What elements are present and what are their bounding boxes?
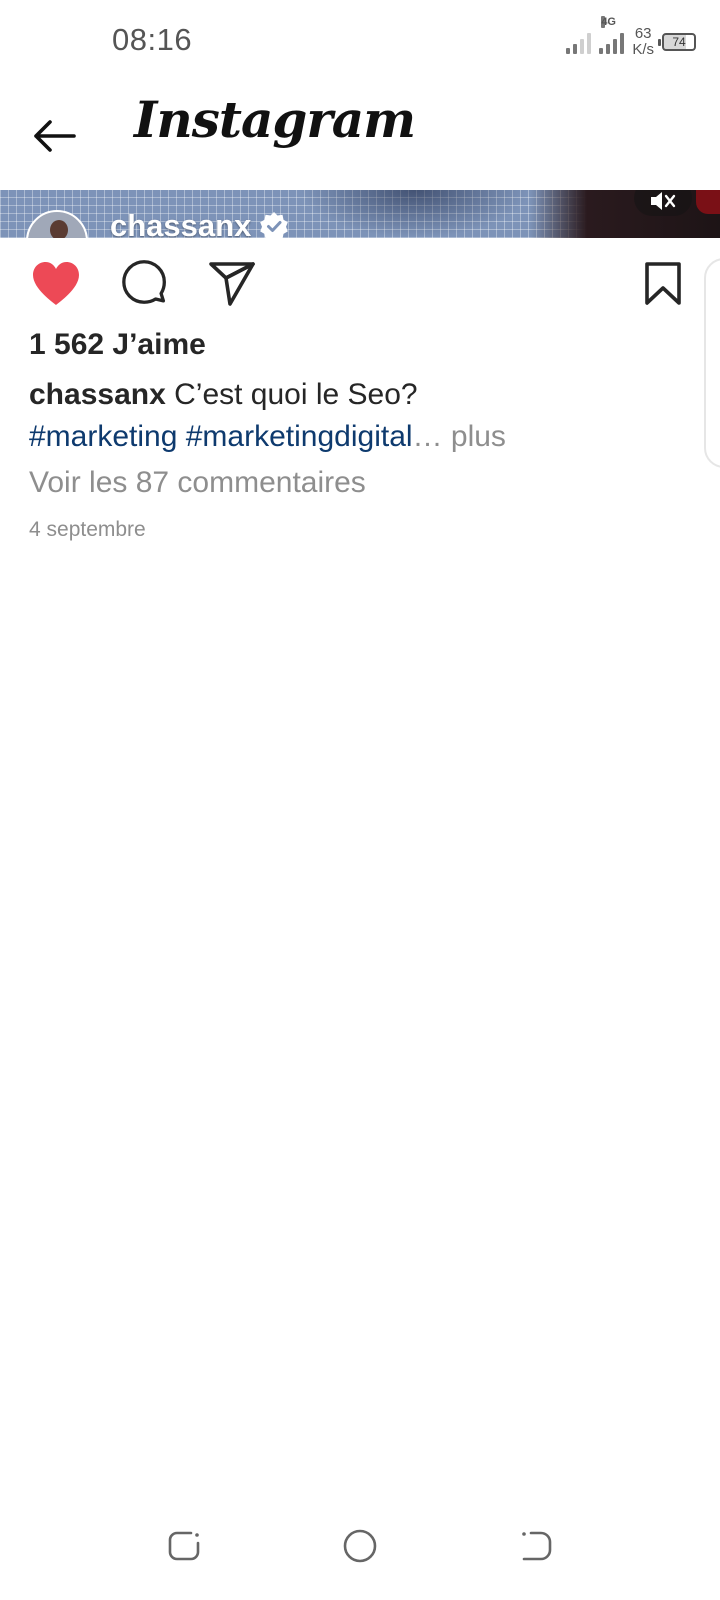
side-panel-handle[interactable] xyxy=(704,258,720,468)
more-link[interactable]: plus xyxy=(451,420,506,453)
back-nav-button[interactable] xyxy=(510,1520,562,1572)
status-indicators: 4G 63 K/s 74 xyxy=(566,16,696,62)
bookmark-icon xyxy=(645,262,681,305)
recent-apps-icon xyxy=(168,1531,200,1561)
video-username-label: chassanx xyxy=(110,208,252,238)
heart-icon xyxy=(33,262,79,305)
video-player[interactable]: chassanx xyxy=(0,190,720,238)
home-icon xyxy=(343,1529,377,1563)
arrow-left-icon xyxy=(34,120,76,152)
share-button[interactable] xyxy=(206,258,258,310)
hashtag-link[interactable]: #marketing xyxy=(29,420,177,453)
network-speed: 63 K/s xyxy=(632,26,654,58)
caption-ellipsis: … xyxy=(412,420,443,453)
share-icon xyxy=(209,262,255,306)
speaker-muted-icon xyxy=(651,192,676,210)
comment-icon xyxy=(122,260,166,304)
back-icon xyxy=(522,1531,552,1561)
network-speed-unit: K/s xyxy=(632,41,654,58)
avatar[interactable] xyxy=(26,210,88,238)
caption-username[interactable]: chassanx xyxy=(29,378,166,411)
back-button[interactable] xyxy=(28,110,80,162)
post-caption: chassanx C’est quoi le Seo? #marketing #… xyxy=(29,374,679,458)
post-actions xyxy=(0,238,720,328)
signal-sim1-icon xyxy=(566,30,592,54)
like-button[interactable] xyxy=(30,258,82,310)
home-button[interactable] xyxy=(334,1520,386,1572)
likes-count[interactable]: 1 562 J’aime xyxy=(29,328,206,362)
app-header: Instagram xyxy=(0,80,720,190)
system-nav-bar xyxy=(0,1500,720,1600)
view-comments-link[interactable]: Voir les 87 commentaires xyxy=(29,466,366,500)
network-type: 4G xyxy=(601,16,616,28)
video-username[interactable]: chassanx xyxy=(110,208,289,238)
status-bar: 08:16 4G 63 K/s 74 xyxy=(0,0,720,80)
post-date: 4 septembre xyxy=(29,518,146,541)
recent-apps-button[interactable] xyxy=(158,1520,210,1572)
save-button[interactable] xyxy=(637,258,689,310)
hashtag-link[interactable]: #marketingdigital xyxy=(186,420,413,453)
verified-badge-icon xyxy=(260,212,289,238)
instagram-logo: Instagram xyxy=(134,90,416,149)
signal-sim2-icon: 4G xyxy=(599,16,625,54)
comment-button[interactable] xyxy=(118,258,170,310)
mute-button[interactable] xyxy=(634,190,692,216)
network-speed-value: 63 xyxy=(634,25,652,42)
status-time: 08:16 xyxy=(112,22,193,57)
caption-text: C’est quoi le Seo? xyxy=(174,378,418,411)
battery-icon: 74 xyxy=(658,33,696,51)
